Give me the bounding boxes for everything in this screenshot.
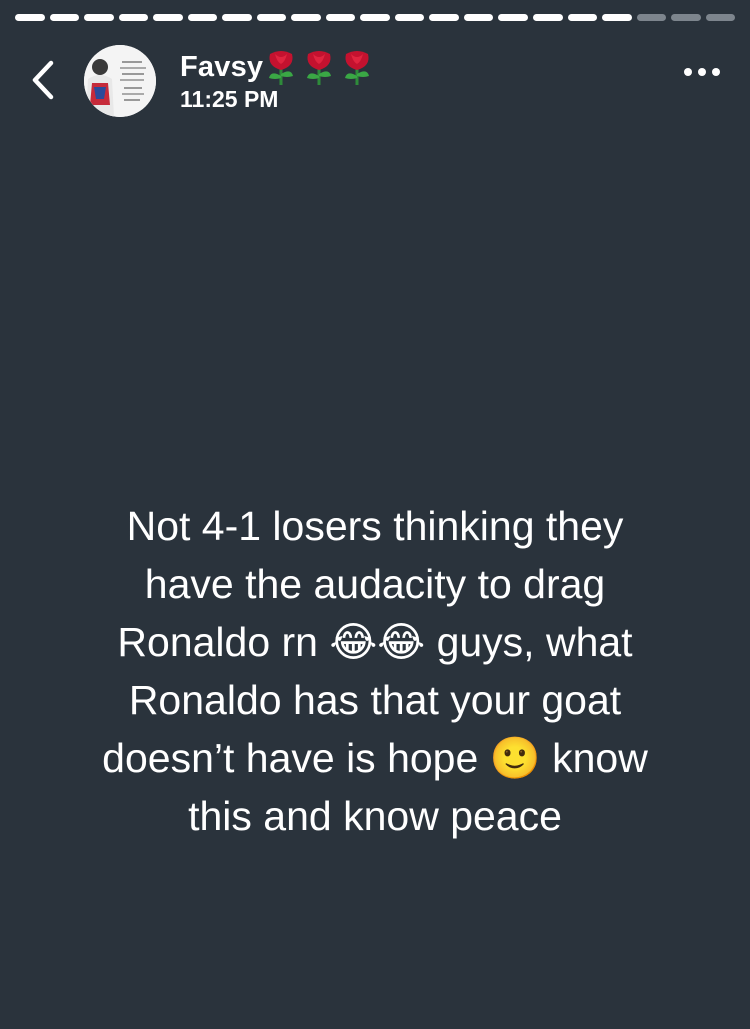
progress-segment	[153, 14, 183, 21]
back-button[interactable]	[26, 58, 60, 102]
progress-segment	[671, 14, 701, 21]
progress-segment	[222, 14, 252, 21]
progress-segment	[602, 14, 632, 21]
progress-segment	[463, 14, 494, 21]
progress-segment	[15, 14, 45, 21]
post-time: 11:25 PM	[180, 86, 279, 112]
progress-segment	[532, 14, 563, 21]
progress-segment	[394, 14, 425, 21]
avatar-image	[84, 45, 156, 117]
progress-segment	[256, 14, 287, 21]
story-progress-bar	[15, 14, 736, 21]
progress-segment	[187, 14, 218, 21]
more-dot	[712, 68, 720, 76]
status-text: Not 4-1 losers thinking they have the au…	[102, 503, 648, 839]
name-emoji	[265, 48, 373, 86]
avatar[interactable]	[84, 45, 156, 117]
progress-segment	[636, 14, 667, 21]
more-horizontal-icon	[684, 68, 692, 76]
rose-icon	[269, 51, 294, 85]
progress-segment	[84, 14, 114, 21]
progress-segment	[118, 14, 149, 21]
more-dot	[698, 68, 706, 76]
story-header: Favsy 11:25 PM	[0, 42, 750, 122]
progress-segment	[567, 14, 598, 21]
progress-segment	[49, 14, 80, 21]
contact-name: Favsy	[180, 50, 264, 83]
progress-segment	[325, 14, 356, 21]
rose-icon	[307, 51, 332, 85]
contact-name-row: Favsy	[180, 48, 373, 86]
rose-icon	[345, 51, 370, 85]
progress-segment	[429, 14, 459, 21]
progress-segment	[360, 14, 390, 21]
more-options-button[interactable]	[684, 68, 720, 76]
progress-segment	[498, 14, 528, 21]
chevron-left-icon	[32, 60, 54, 100]
progress-segment	[291, 14, 321, 21]
progress-segment	[705, 14, 736, 21]
